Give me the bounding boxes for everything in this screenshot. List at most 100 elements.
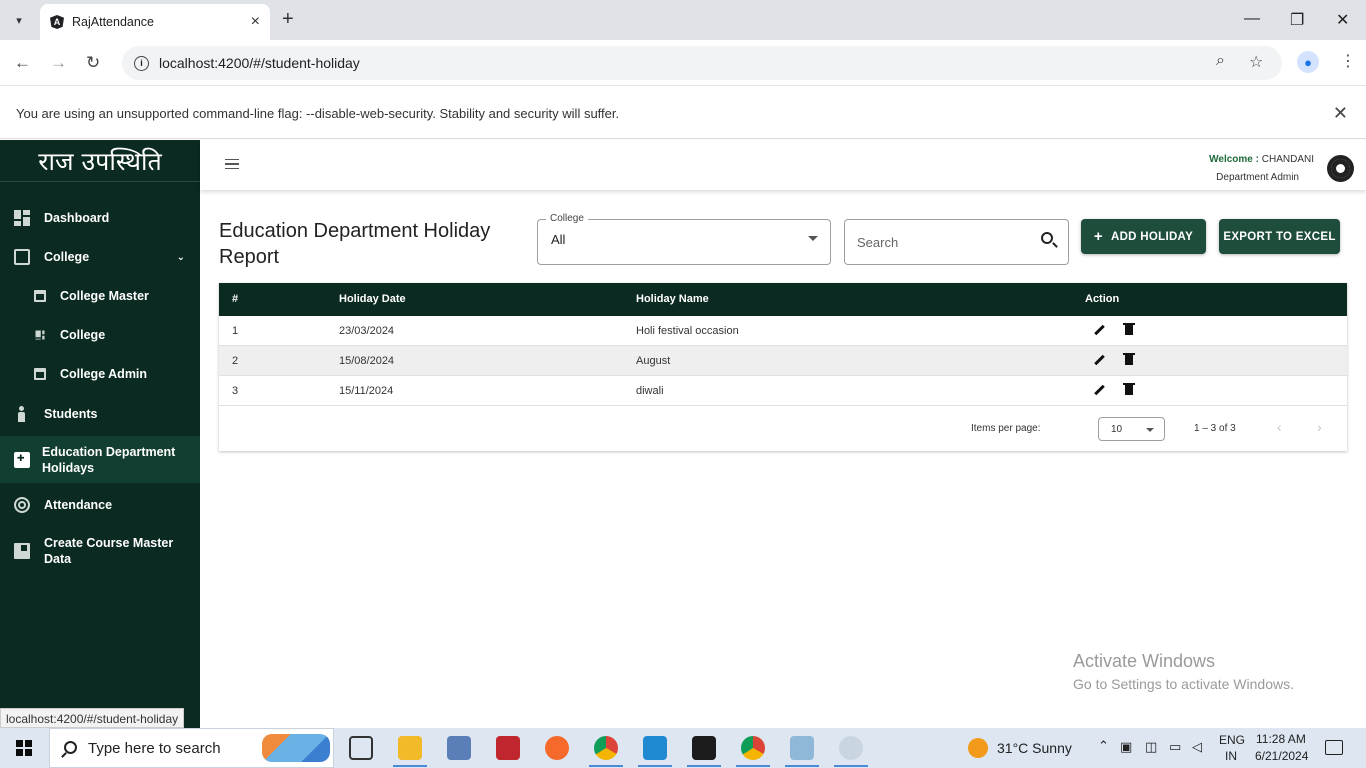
watermark-line1: Activate Windows	[1073, 651, 1216, 671]
infobar-text: You are using an unsupported command-lin…	[16, 106, 620, 121]
weather-text[interactable]: 31°C Sunny	[997, 740, 1072, 756]
cell-holiday-name: August	[636, 355, 671, 367]
avatar-icon[interactable]	[1327, 155, 1354, 182]
app-header: Welcome : CHANDANI Department Admin	[200, 140, 1366, 190]
language-in[interactable]: IN	[1225, 749, 1237, 763]
items-per-page-value: 10	[1111, 424, 1123, 435]
zoom-icon[interactable]: ⌕	[1216, 52, 1225, 70]
reload-icon[interactable]: ↻	[86, 53, 100, 73]
sidebar: राज उपस्थिति Dashboard College ⌄ College…	[0, 140, 200, 728]
column-header-holiday-date[interactable]: Holiday Date	[339, 283, 406, 316]
delete-icon[interactable]	[1123, 383, 1135, 395]
sidebar-item-label: College	[60, 328, 106, 342]
page-title: Education Department Holiday Report	[219, 220, 491, 268]
cell-holiday-name: Holi festival occasion	[636, 325, 739, 337]
tray-chevron-up-icon[interactable]: ⌃	[1098, 738, 1109, 754]
task-view-icon[interactable]	[349, 736, 373, 760]
profile-icon[interactable]: ●	[1297, 51, 1319, 73]
tab-close-icon[interactable]: ×	[251, 13, 260, 31]
network-app-icon[interactable]	[447, 736, 471, 760]
sidebar-item-label: Attendance	[44, 498, 113, 512]
sidebar-item-label: Education Department Holidays	[42, 444, 176, 475]
browser-menu-icon[interactable]: ⋮	[1340, 51, 1356, 71]
sidebar-item-label: Students	[44, 407, 98, 421]
add-holiday-button[interactable]: + ADD HOLIDAY	[1081, 219, 1206, 254]
vscode-icon[interactable]	[643, 736, 667, 760]
postman-icon[interactable]	[545, 736, 569, 760]
minimize-icon[interactable]: —	[1244, 10, 1260, 28]
address-bar[interactable]: i localhost:4200/#/student-holiday	[122, 46, 1282, 80]
clock-time[interactable]: 11:28 AM	[1256, 732, 1306, 746]
sidebar-item-college-sub[interactable]: College	[0, 325, 200, 345]
tray-app-icon[interactable]: ▣	[1120, 739, 1132, 755]
sidebar-item-college-master[interactable]: College Master	[0, 286, 200, 306]
sidebar-item-create-course-master-data[interactable]: Create Course Master Data	[0, 534, 200, 568]
edit-icon[interactable]	[1094, 385, 1105, 396]
restore-icon[interactable]: ❐	[1290, 10, 1304, 30]
sidebar-item-education-department-holidays[interactable]: Education Department Holidays	[0, 436, 200, 483]
export-to-excel-button[interactable]: EXPORT TO EXCEL	[1219, 219, 1340, 254]
active-app-indicator	[393, 765, 427, 767]
new-tab-icon[interactable]: +	[282, 8, 294, 31]
sidebar-item-label: College Master	[60, 289, 149, 303]
brand-logo: राज उपस्थिति	[0, 140, 200, 182]
sidebar-item-students[interactable]: Students	[0, 404, 200, 424]
weather-sun-icon	[968, 738, 988, 758]
forward-icon[interactable]: →	[50, 53, 67, 73]
file-explorer-icon[interactable]	[398, 736, 422, 760]
search-highlight-image	[262, 734, 330, 762]
clock-date[interactable]: 6/21/2024	[1255, 749, 1308, 763]
search-icon[interactable]	[1041, 232, 1053, 244]
delete-icon[interactable]	[1123, 323, 1135, 335]
sidebar-item-dashboard[interactable]: Dashboard	[0, 208, 200, 228]
items-per-page-select[interactable]: 10	[1098, 417, 1165, 441]
delete-icon[interactable]	[1123, 353, 1135, 365]
windows-start-icon[interactable]	[16, 740, 32, 756]
network-icon[interactable]: ▭	[1169, 739, 1181, 755]
sidebar-item-college-admin[interactable]: College Admin	[0, 364, 200, 384]
window-close-icon[interactable]: ✕	[1336, 10, 1349, 30]
edit-icon[interactable]	[1094, 355, 1105, 366]
browser-tabstrip: ▾ A RajAttendance × + — ❐ ✕	[0, 0, 1366, 40]
medical-bag-icon	[14, 451, 30, 468]
next-page-icon[interactable]: ›	[1317, 419, 1322, 435]
notepad-icon[interactable]	[790, 736, 814, 760]
bookmark-star-icon[interactable]: ☆	[1249, 52, 1263, 72]
dashboard-icon	[14, 210, 30, 226]
page-range: 1 – 3 of 3	[1194, 423, 1236, 434]
paint-icon[interactable]	[839, 736, 863, 760]
welcome-label: Welcome :	[1209, 154, 1259, 165]
tray-meet-icon[interactable]: ◫	[1145, 739, 1157, 755]
tab-search-icon[interactable]: ▾	[8, 9, 30, 31]
user-name: CHANDANI	[1261, 154, 1314, 165]
sidebar-item-label: Create Course Master Data	[44, 536, 174, 566]
column-header-number[interactable]: #	[232, 283, 238, 316]
sidebar-item-college[interactable]: College ⌄	[0, 247, 200, 267]
previous-page-icon[interactable]: ‹	[1277, 419, 1282, 435]
edit-icon[interactable]	[1094, 325, 1105, 336]
search-box	[844, 219, 1069, 265]
browser-toolbar: ← → ↻ i localhost:4200/#/student-holiday…	[0, 40, 1366, 86]
college-select[interactable]: College All	[537, 213, 831, 265]
active-app-indicator	[736, 765, 770, 767]
back-icon[interactable]: ←	[14, 53, 31, 73]
sidebar-item-attendance[interactable]: Attendance	[0, 495, 200, 515]
browser-tab[interactable]: A RajAttendance ×	[40, 4, 270, 40]
cell-number: 2	[232, 355, 239, 367]
search-input[interactable]	[857, 230, 1027, 254]
column-header-holiday-name[interactable]: Holiday Name	[636, 283, 709, 316]
chrome-icon[interactable]	[741, 736, 765, 760]
terminal-icon[interactable]	[692, 736, 716, 760]
site-info-icon[interactable]: i	[134, 55, 149, 71]
calendar-icon	[34, 290, 46, 302]
language-eng[interactable]: ENG	[1219, 733, 1245, 747]
infobar-close-icon[interactable]: ✕	[1333, 103, 1348, 124]
menu-toggle-icon[interactable]	[225, 159, 239, 169]
media-app-icon[interactable]	[496, 736, 520, 760]
active-app-indicator	[638, 765, 672, 767]
active-app-indicator	[589, 765, 623, 767]
volume-muted-icon[interactable]: ◁	[1192, 739, 1202, 755]
notification-icon[interactable]	[1325, 740, 1343, 755]
list-icon	[35, 330, 45, 340]
chrome-icon[interactable]	[594, 736, 618, 760]
